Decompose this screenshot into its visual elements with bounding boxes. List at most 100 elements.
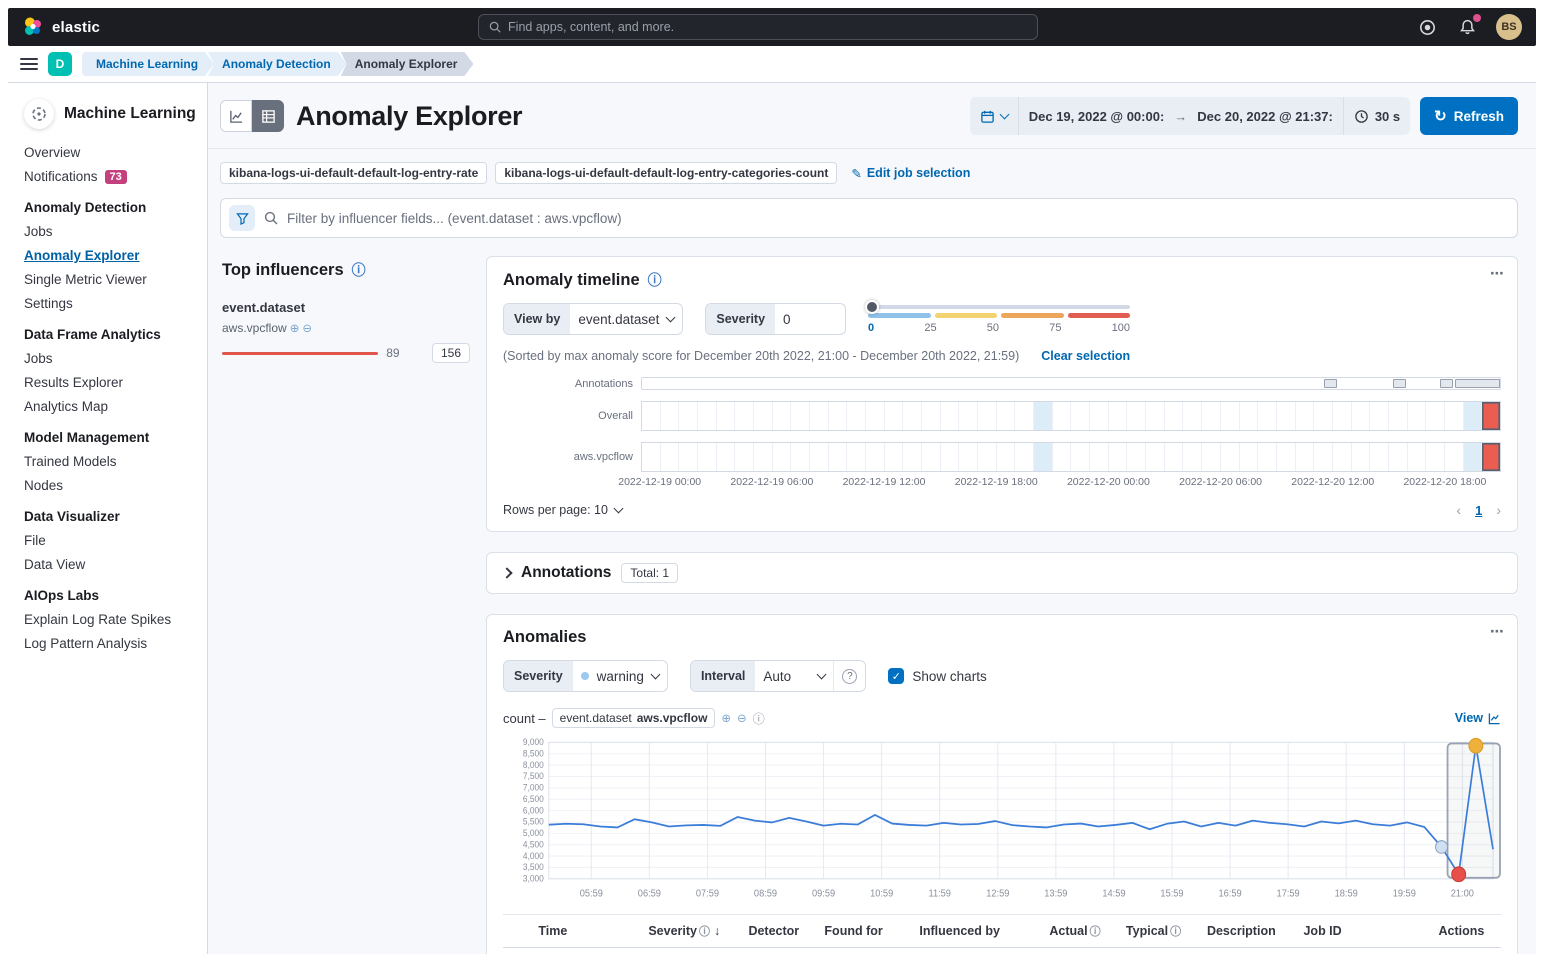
sidebar-item-settings[interactable]: Settings <box>24 296 197 311</box>
swimlane-cell[interactable] <box>1146 443 1165 471</box>
swimlane-cell[interactable] <box>661 443 680 471</box>
job-badge[interactable]: kibana-logs-ui-default-default-log-entry… <box>220 162 487 184</box>
anomaly-marker-major[interactable] <box>1469 738 1483 753</box>
info-icon[interactable]: ⓘ <box>699 926 710 938</box>
swimlane-cell[interactable] <box>1370 443 1389 471</box>
swimlane-cell[interactable] <box>922 443 941 471</box>
annotations-lane[interactable] <box>641 377 1501 390</box>
swimlane-cell[interactable] <box>1333 443 1352 471</box>
swimlane-cell[interactable] <box>754 402 773 430</box>
swimlane-cell[interactable] <box>1277 443 1296 471</box>
swimlane-cell[interactable] <box>1464 402 1483 430</box>
swimlane-cell[interactable] <box>1053 402 1072 430</box>
swimlane-cell[interactable] <box>959 443 978 471</box>
swimlane-cell[interactable] <box>717 443 736 471</box>
table-header-description[interactable]: Description <box>1199 915 1296 948</box>
severity-scale-segment[interactable] <box>868 313 931 318</box>
swimlane-cell[interactable] <box>941 402 960 430</box>
view-chart-link[interactable]: View <box>1455 711 1501 725</box>
swimlane-cell[interactable] <box>1464 443 1483 471</box>
table-header-found-for[interactable]: Found for <box>816 915 911 948</box>
swimlane-cell[interactable] <box>1015 402 1034 430</box>
add-filter-icon[interactable]: ⊕ <box>290 321 300 335</box>
refresh-interval-button[interactable]: 30 s <box>1343 97 1410 135</box>
user-avatar[interactable]: BS <box>1496 14 1522 40</box>
swimlane-cell[interactable] <box>1165 443 1184 471</box>
menu-button[interactable] <box>20 58 38 70</box>
add-filter-icon[interactable]: ⊕ <box>721 711 731 725</box>
swimlane-cell[interactable] <box>1127 443 1146 471</box>
sidebar-item-log-pattern-analysis[interactable]: Log Pattern Analysis <box>24 636 197 651</box>
rows-per-page-button[interactable]: Rows per page: 10 <box>503 503 622 517</box>
clear-selection-link[interactable]: Clear selection <box>1041 349 1130 363</box>
swimlane-cell[interactable] <box>922 402 941 430</box>
swimlane-cell[interactable] <box>866 443 885 471</box>
swimlane-cell[interactable] <box>1408 402 1427 430</box>
sidebar-item-results-explorer[interactable]: Results Explorer <box>24 375 197 390</box>
swimlane-cell[interactable] <box>959 402 978 430</box>
refresh-button[interactable]: ↻ Refresh <box>1420 97 1518 135</box>
swimlane-cell[interactable] <box>1426 402 1445 430</box>
annotation-marker[interactable] <box>1324 379 1337 388</box>
swimlane-cell[interactable] <box>679 443 698 471</box>
severity-scale-segment[interactable] <box>1068 313 1131 318</box>
help-button[interactable] <box>1416 15 1440 39</box>
table-header-job-id[interactable]: Job ID <box>1295 915 1430 948</box>
severity-threshold-input[interactable]: Severity 0 <box>705 303 846 335</box>
swimlane-cell[interactable] <box>1127 402 1146 430</box>
swimlane-cell[interactable] <box>903 402 922 430</box>
swimlane-critical-cell[interactable] <box>1482 402 1500 430</box>
swimlane-cell[interactable] <box>754 443 773 471</box>
influencer-value[interactable]: aws.vpcflow <box>222 321 287 335</box>
severity-scale-segment[interactable] <box>1001 313 1064 318</box>
sidebar-item-anomaly-explorer[interactable]: Anomaly Explorer <box>24 248 197 263</box>
swimlane-cell[interactable] <box>791 402 810 430</box>
sidebar-item-nodes[interactable]: Nodes <box>24 478 197 493</box>
swimlane-cell[interactable] <box>1071 402 1090 430</box>
swimlane-cell[interactable] <box>829 443 848 471</box>
panel-options-icon[interactable]: ⋯ <box>1490 265 1505 282</box>
swimlane-cell[interactable] <box>791 443 810 471</box>
anomaly-marker-critical[interactable] <box>1452 867 1466 882</box>
sidebar-item-data-view[interactable]: Data View <box>24 557 197 572</box>
anomaly-marker-multi-bucket[interactable] <box>1436 841 1448 854</box>
annotation-marker[interactable] <box>1455 379 1500 388</box>
swimlane-cell[interactable] <box>735 402 754 430</box>
sidebar-item-trained-models[interactable]: Trained Models <box>24 454 197 469</box>
sidebar-item-single-metric-viewer[interactable]: Single Metric Viewer <box>24 272 197 287</box>
swimlane-cell[interactable] <box>1389 443 1408 471</box>
table-header-severity[interactable]: Severityⓘ↓ <box>640 915 740 948</box>
swimlane-cell[interactable] <box>1445 402 1464 430</box>
swimlane-cell[interactable] <box>810 402 829 430</box>
sidebar-item-explain-log-rate-spikes[interactable]: Explain Log Rate Spikes <box>24 612 197 627</box>
swimlane-cell[interactable] <box>847 443 866 471</box>
table-header-time[interactable]: Time <box>530 915 640 948</box>
help-icon[interactable]: ? <box>842 669 857 684</box>
swimlane-cell[interactable] <box>978 402 997 430</box>
swimlane-cell[interactable] <box>1202 443 1221 471</box>
swimlane-cell[interactable] <box>997 443 1016 471</box>
table-header-typical[interactable]: Typicalⓘ <box>1118 915 1199 948</box>
swimlane-cell[interactable] <box>1109 402 1128 430</box>
swimlane-cell[interactable] <box>1314 402 1333 430</box>
page-number[interactable]: 1 <box>1475 503 1482 518</box>
swimlane-cell[interactable] <box>1258 443 1277 471</box>
sidebar-item-jobs[interactable]: Jobs <box>24 224 197 239</box>
info-icon[interactable]: ⓘ <box>352 260 366 280</box>
sort-desc-icon[interactable]: ↓ <box>714 924 720 938</box>
swimlane-cell[interactable] <box>941 443 960 471</box>
view-by-select[interactable]: View by event.dataset <box>503 303 683 335</box>
swimlane-cell[interactable] <box>1165 402 1184 430</box>
swimlane-cell[interactable] <box>847 402 866 430</box>
swimlane-cell[interactable] <box>679 402 698 430</box>
swimlane-cell[interactable] <box>1426 443 1445 471</box>
swimlane-cell[interactable] <box>1314 443 1333 471</box>
swimlane-cell[interactable] <box>1221 443 1240 471</box>
severity-scale-handle[interactable] <box>865 300 879 314</box>
expand-annotations-icon[interactable] <box>501 567 512 578</box>
swimlane-cell[interactable] <box>642 443 661 471</box>
sidebar-item-notifications[interactable]: Notifications73 <box>24 169 197 184</box>
swimlane-cell[interactable] <box>1296 402 1315 430</box>
remove-filter-icon[interactable]: ⊖ <box>302 321 312 335</box>
severity-scale-segment[interactable] <box>935 313 998 318</box>
